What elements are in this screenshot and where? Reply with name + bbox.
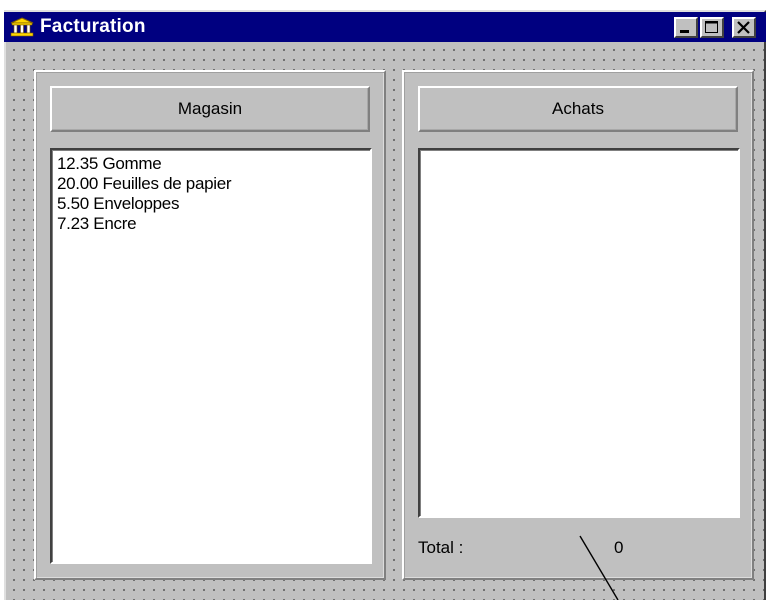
store-listbox[interactable]: 12.35 Gomme 20.00 Feuilles de papier 5.5… <box>50 148 372 564</box>
close-icon <box>737 21 750 34</box>
store-list-item[interactable]: 5.50 Enveloppes <box>57 194 370 214</box>
close-button[interactable] <box>732 17 756 38</box>
window-title: Facturation <box>40 16 146 37</box>
store-list-item[interactable]: 12.35 Gomme <box>57 154 370 174</box>
total-label: Total : <box>418 538 464 557</box>
purchases-header-button[interactable]: Achats <box>418 86 738 132</box>
purchases-header-label: Achats <box>552 99 604 118</box>
store-header-label: Magasin <box>177 99 243 118</box>
building-icon <box>10 17 34 37</box>
minimize-icon <box>680 30 689 33</box>
purchases-listbox[interactable] <box>418 148 740 518</box>
title-bar[interactable]: Facturation <box>4 12 766 42</box>
total-value: 0 <box>614 538 624 557</box>
minimize-button[interactable] <box>674 17 698 38</box>
store-header-button[interactable]: Magasin <box>50 86 370 132</box>
maximize-icon <box>705 21 718 33</box>
store-list-item[interactable]: 7.23 Encre <box>57 214 370 234</box>
store-list-item[interactable]: 20.00 Feuilles de papier <box>57 174 370 194</box>
maximize-button[interactable] <box>700 17 724 38</box>
